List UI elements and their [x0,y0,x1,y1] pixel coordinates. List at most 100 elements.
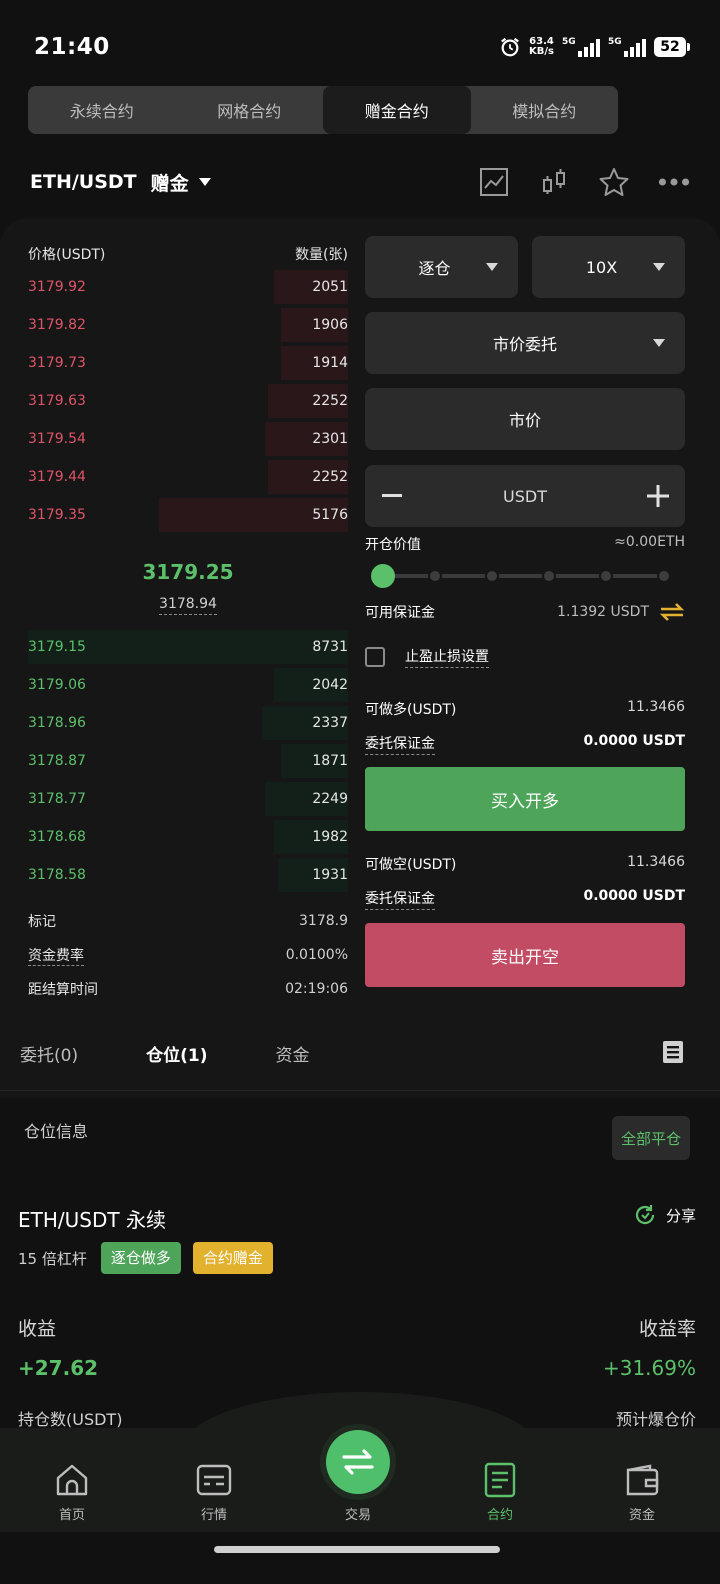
order-price: 3179.54 [28,431,86,447]
order-book-row[interactable]: 3179.44 2252 [28,458,348,496]
tab-demo[interactable]: 模拟合约 [471,86,619,134]
slider-step[interactable] [599,569,613,583]
price-field[interactable]: 市价 [365,388,685,450]
minus-icon[interactable] [373,477,411,515]
info-row-settlement: 距结算时间 02:19:06 [28,981,348,998]
nav-wallet[interactable]: 资金 [602,1460,682,1523]
tab-perpetual[interactable]: 永续合约 [28,86,176,134]
star-icon[interactable] [598,166,630,198]
buy-long-button[interactable]: 买入开多 [365,767,685,831]
slider-thumb[interactable] [371,564,395,588]
nav-trade[interactable] [326,1430,390,1494]
bonus-badge: 合约赠金 [192,1242,273,1274]
home-indicator [214,1546,500,1553]
order-book-row[interactable]: 3179.73 1914 [28,344,348,382]
nav-contract[interactable]: 合约 [460,1460,540,1523]
tab-funds[interactable]: 资金 [275,1041,309,1066]
order-book-row[interactable]: 3179.06 2042 [28,666,348,704]
pnl-value: +27.62 [18,1356,99,1380]
document-icon[interactable] [662,1040,684,1064]
status-time: 21:40 [34,34,110,60]
chart-icon[interactable] [478,166,510,198]
tab-grid[interactable]: 网格合约 [176,86,324,134]
market-icon [196,1464,232,1496]
amount-input[interactable]: USDT [503,487,547,506]
candlestick-icon[interactable] [538,166,570,198]
pair-header: ETH/USDT 赠金 [30,162,690,202]
short-max-row: 可做空(USDT) 11.3466 [365,854,685,873]
order-book-row[interactable]: 3178.58 1931 [28,856,348,894]
leverage-select[interactable]: 10X [532,236,685,298]
position-tags: 15 倍杠杆 逐仓做多 合约赠金 [18,1242,273,1274]
more-icon[interactable] [658,166,690,198]
hold-amount-label: 持仓数(USDT) [18,1410,123,1429]
share-icon [635,1205,655,1225]
home-icon [56,1464,88,1496]
slider-track[interactable] [377,574,671,578]
order-book-row[interactable]: 3178.68 1982 [28,818,348,856]
margin-mode-select[interactable]: 逐仓 [365,236,518,298]
tab-orders[interactable]: 委托(0) [20,1041,78,1066]
order-book-row[interactable]: 3179.54 2301 [28,420,348,458]
pair-name[interactable]: ETH/USDT [30,171,137,193]
short-margin-row: 委托保证金 0.0000 USDT [365,888,685,910]
order-qty: 1906 [312,317,348,333]
order-price: 3178.58 [28,867,86,883]
caret-down-icon [653,339,665,347]
last-price[interactable]: 3179.25 [28,560,348,584]
amount-slider[interactable] [371,564,677,588]
order-price: 3178.96 [28,715,86,731]
close-all-button[interactable]: 全部平仓 [612,1116,690,1160]
tab-bonus[interactable]: 赠金合约 [323,86,471,134]
order-price: 3179.92 [28,279,86,295]
long-margin-row: 委托保证金 0.0000 USDT [365,733,685,755]
share-button[interactable]: 分享 [634,1204,696,1226]
price-header: 价格(USDT) [28,247,106,263]
qty-header: 数量(张) [295,247,348,263]
order-qty: 1871 [312,753,348,769]
order-qty: 2301 [312,431,348,447]
tab-positions[interactable]: 仓位(1) [146,1041,207,1066]
order-qty: 2252 [312,393,348,409]
sell-short-button[interactable]: 卖出开空 [365,923,685,987]
status-icons: 63.4 KB/s 5G 5G 52 [499,36,690,58]
position-info-label: 仓位信息 [24,1122,89,1141]
order-book-row[interactable]: 3179.15 8731 [28,628,348,666]
order-book-row[interactable]: 3178.96 2337 [28,704,348,742]
nav-trade-label[interactable]: 交易 [318,1504,398,1523]
caret-down-icon [486,263,498,271]
order-book-bids: 3179.15 8731 3179.06 2042 3178.96 2337 3178.87… [28,628,348,894]
plus-icon[interactable] [639,477,677,515]
pair-tag[interactable]: 赠金 [151,169,189,196]
caret-down-icon[interactable] [198,178,211,186]
divider [0,1090,720,1091]
battery-icon: 52 [654,37,690,57]
order-book-row[interactable]: 3178.77 2249 [28,780,348,818]
order-book-row[interactable]: 3179.82 1906 [28,306,348,344]
order-price: 3179.73 [28,355,86,371]
order-price: 3179.63 [28,393,86,409]
nav-market[interactable]: 行情 [174,1460,254,1523]
slider-step[interactable] [485,569,499,583]
order-book-row[interactable]: 3178.87 1871 [28,742,348,780]
signal-icon: 5G [562,37,600,57]
roi-value: +31.69% [602,1356,696,1380]
order-qty: 2252 [312,469,348,485]
order-qty: 1914 [312,355,348,371]
order-book-row[interactable]: 3179.35 5176 [28,496,348,534]
order-type-select[interactable]: 市价委托 [365,312,685,374]
position-title[interactable]: ETH/USDT 永续 [18,1204,166,1233]
order-book-row[interactable]: 3179.92 2051 [28,268,348,306]
order-qty: 2249 [312,791,348,807]
slider-step[interactable] [428,569,442,583]
long-max-row: 可做多(USDT) 11.3466 [365,699,685,718]
order-book-row[interactable]: 3179.63 2252 [28,382,348,420]
transfer-icon[interactable] [659,602,685,622]
amount-stepper[interactable]: USDT [365,465,685,527]
slider-step[interactable] [657,569,671,583]
slider-step[interactable] [542,569,556,583]
order-qty: 1982 [312,829,348,845]
nav-home[interactable]: 首页 [32,1460,112,1523]
orders-tabs: 委托(0) 仓位(1) 资金 [20,1038,690,1068]
tpsl-checkbox[interactable] [365,647,385,667]
